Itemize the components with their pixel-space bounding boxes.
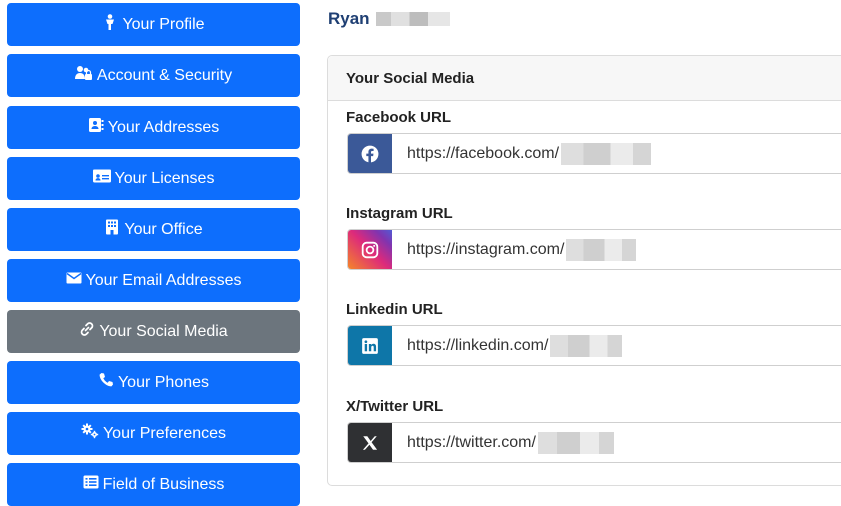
- x-twitter-url-input[interactable]: https://twitter.com/: [392, 423, 841, 462]
- linkedin-icon: [348, 326, 392, 365]
- x-twitter-icon: [348, 423, 392, 462]
- sidebar-item-office[interactable]: Your Office: [7, 208, 300, 251]
- instagram-url-input[interactable]: https://instagram.com/: [392, 230, 841, 269]
- x-twitter-url-label: X/Twitter URL: [346, 398, 444, 415]
- linkedin-url-input[interactable]: https://linkedin.com/: [392, 326, 841, 365]
- redacted-text: [566, 238, 637, 261]
- sidebar-item-social-media[interactable]: Your Social Media: [7, 310, 300, 353]
- sidebar-item-email[interactable]: Your Email Addresses: [7, 259, 300, 302]
- user-first-name: Ryan: [328, 9, 370, 28]
- facebook-icon: [348, 134, 392, 173]
- sidebar-item-addresses[interactable]: Your Addresses: [7, 106, 300, 149]
- instagram-url-group: https://instagram.com/: [347, 229, 841, 270]
- sidebar-item-field-of-business[interactable]: Field of Business: [7, 463, 300, 506]
- sidebar-item-label: Field of Business: [102, 475, 225, 493]
- sidebar-item-label: Your Preferences: [102, 424, 227, 442]
- redacted-text: [537, 431, 614, 454]
- sidebar-item-preferences[interactable]: Your Preferences: [7, 412, 300, 455]
- users-lock-icon: [74, 65, 93, 86]
- facebook-url-label: Facebook URL: [346, 109, 452, 126]
- sidebar-item-licenses[interactable]: Your Licenses: [7, 157, 300, 200]
- gears-icon: [81, 423, 99, 444]
- sidebar-item-label: Your Licenses: [114, 169, 215, 187]
- instagram-icon: [348, 230, 392, 269]
- phone-icon: [98, 372, 114, 393]
- sidebar-item-profile[interactable]: Your Profile: [7, 3, 300, 46]
- card-title: Your Social Media: [328, 56, 841, 101]
- sidebar-item-label: Account & Security: [96, 66, 233, 84]
- instagram-url-label: Instagram URL: [346, 205, 453, 222]
- redacted-last-name: [375, 12, 450, 26]
- link-icon: [79, 321, 95, 342]
- redacted-text: [550, 334, 623, 357]
- list-icon: [83, 474, 99, 495]
- linkedin-url-label: Linkedin URL: [346, 301, 443, 318]
- person-icon: [102, 14, 118, 35]
- sidebar-item-phones[interactable]: Your Phones: [7, 361, 300, 404]
- redacted-text: [561, 142, 652, 165]
- address-book-icon: [88, 117, 104, 138]
- user-name: Ryan: [328, 9, 450, 29]
- id-card-icon: [92, 168, 111, 189]
- sidebar-item-label: Your Social Media: [99, 322, 228, 340]
- sidebar-item-label: Your Office: [124, 220, 203, 238]
- x-twitter-url-group: https://twitter.com/: [347, 422, 841, 463]
- building-icon: [104, 219, 120, 240]
- facebook-url-input[interactable]: https://facebook.com/: [392, 134, 841, 173]
- envelope-icon: [66, 270, 82, 291]
- sidebar-item-label: Your Phones: [117, 373, 210, 391]
- linkedin-url-group: https://linkedin.com/: [347, 325, 841, 366]
- sidebar-item-label: Your Addresses: [107, 118, 220, 136]
- sidebar-item-label: Your Profile: [122, 15, 205, 33]
- sidebar-item-label: Your Email Addresses: [85, 271, 242, 289]
- sidebar-item-account-security[interactable]: Account & Security: [7, 54, 300, 97]
- facebook-url-group: https://facebook.com/: [347, 133, 841, 174]
- social-media-card: Your Social Media Facebook URL https://f…: [327, 55, 841, 486]
